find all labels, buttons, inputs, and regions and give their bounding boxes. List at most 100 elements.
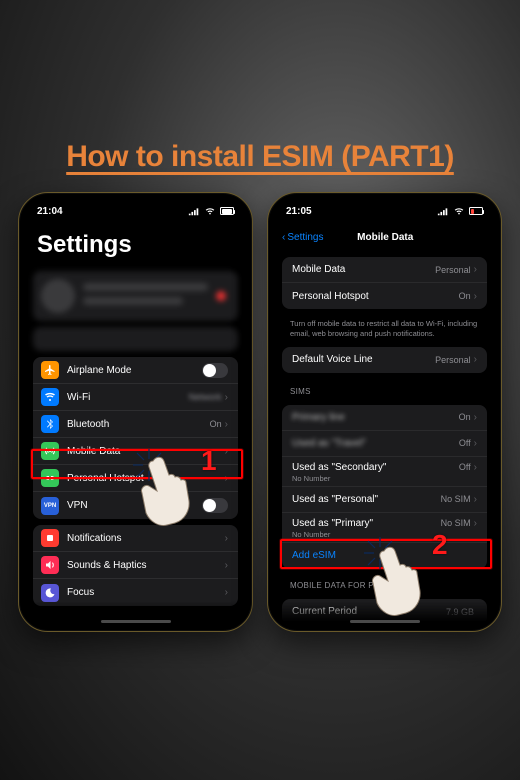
row-bluetooth[interactable]: Bluetooth On › — [33, 411, 238, 438]
antenna-icon — [41, 442, 59, 460]
sim1-value: Off — [459, 438, 471, 448]
chevron-icon: › — [474, 462, 477, 473]
focus-icon — [41, 584, 59, 602]
sims-header: SIMs — [272, 379, 497, 399]
voice-section: Default Voice Line Personal › — [282, 347, 487, 373]
row-sim-primary[interactable]: Used as "Primary" No SIM › No Number — [282, 513, 487, 543]
redacted-row[interactable] — [33, 327, 238, 351]
screen-1: 21:04 Settings Airplane Mode — [23, 197, 248, 627]
status-time: 21:04 — [37, 206, 63, 217]
chevron-icon: › — [225, 533, 228, 544]
airplane-icon — [41, 361, 59, 379]
bluetooth-value: On — [210, 419, 222, 429]
hotspot-label: Personal Hotspot — [292, 291, 459, 302]
row-sim-travel[interactable]: Used as "Travel" Off › — [282, 431, 487, 457]
chevron-icon: › — [474, 354, 477, 365]
row-sim-secondary[interactable]: Used as "Secondary" Off › No Number — [282, 457, 487, 487]
row-notifications[interactable]: Notifications › — [33, 525, 238, 552]
home-indicator — [101, 620, 171, 623]
sim1-label: Used as "Travel" — [292, 438, 459, 449]
sim2-value: Off — [459, 462, 471, 472]
footnote-text: Turn off mobile data to restrict all dat… — [272, 315, 497, 339]
row-mobile-data[interactable]: Mobile Data › — [33, 438, 238, 465]
row-add-esim[interactable]: Add eSIM — [282, 543, 487, 569]
sim4-sub: No Number — [292, 530, 330, 539]
chevron-icon: › — [225, 473, 228, 484]
row-personal-hotspot[interactable]: Personal Hotspot › — [33, 465, 238, 492]
row-hotspot[interactable]: Personal Hotspot On › — [282, 283, 487, 309]
sim2-label: Used as "Secondary" — [292, 462, 459, 473]
battery-icon — [220, 207, 234, 215]
nav-bar: ‹ Settings Mobile Data — [272, 225, 497, 249]
chevron-icon: › — [225, 587, 228, 598]
sim3-value: No SIM — [441, 494, 471, 504]
data-section: Mobile Data Personal › Personal Hotspot … — [282, 257, 487, 309]
notch — [340, 197, 430, 213]
chevron-icon: › — [474, 291, 477, 302]
settings-heading: Settings — [23, 225, 248, 267]
chevron-icon: › — [225, 560, 228, 571]
alerts-section: Notifications › Sounds & Haptics › Focus… — [33, 525, 238, 606]
mobile-data-label: Mobile Data — [67, 446, 225, 457]
row-default-voice[interactable]: Default Voice Line Personal › — [282, 347, 487, 373]
mobile-data-value: Personal — [435, 265, 471, 275]
sims-section: Primary line On › Used as "Travel" Off ›… — [282, 405, 487, 569]
screen-2: 21:05 ‹ Settings Mobile Data Mobile Data… — [272, 197, 497, 627]
focus-label: Focus — [67, 587, 225, 598]
sim4-label: Used as "Primary" — [292, 518, 441, 529]
airplane-toggle[interactable] — [202, 363, 228, 378]
signal-icon — [437, 206, 449, 216]
hotspot-label: Personal Hotspot — [67, 473, 225, 484]
bluetooth-icon — [41, 415, 59, 433]
row-wifi[interactable]: Wi-Fi Network › — [33, 384, 238, 411]
status-time: 21:05 — [286, 206, 312, 217]
chevron-icon: › — [225, 419, 228, 430]
wifi-label: Wi-Fi — [67, 392, 189, 403]
row-sim-personal[interactable]: Used as "Personal" No SIM › — [282, 487, 487, 513]
add-esim-label: Add eSIM — [292, 550, 477, 561]
sounds-icon — [41, 556, 59, 574]
current-period-label: Current Period — [292, 606, 446, 617]
bluetooth-label: Bluetooth — [67, 419, 210, 430]
home-indicator — [350, 620, 420, 623]
wifi-row-icon — [41, 388, 59, 406]
vpn-label: VPN — [67, 500, 202, 511]
wifi-icon — [453, 206, 465, 216]
vpn-icon: VPN — [41, 497, 59, 515]
row-airplane-mode[interactable]: Airplane Mode — [33, 357, 238, 384]
wifi-value: Network — [189, 392, 222, 402]
mobile-data-label: Mobile Data — [292, 264, 435, 275]
chevron-icon: › — [474, 264, 477, 275]
row-sim-redacted[interactable]: Primary line On › — [282, 405, 487, 431]
default-voice-label: Default Voice Line — [292, 354, 435, 365]
chevron-icon: › — [474, 494, 477, 505]
usage-header: Mobile Data for Person — [272, 575, 497, 593]
notifications-label: Notifications — [67, 533, 225, 544]
chevron-icon: › — [225, 392, 228, 403]
chevron-icon: › — [474, 438, 477, 449]
sim0-value: On — [459, 412, 471, 422]
chevron-icon: › — [474, 518, 477, 529]
phone-frame-2: 21:05 ‹ Settings Mobile Data Mobile Data… — [267, 192, 502, 632]
battery-icon — [469, 207, 483, 215]
chevron-icon: › — [225, 446, 228, 457]
current-period-value: 7.9 GB — [446, 607, 474, 617]
sim4-value: No SIM — [441, 518, 471, 528]
sim-label-redacted: Primary line — [292, 412, 459, 423]
phone-frame-1: 21:04 Settings Airplane Mode — [18, 192, 253, 632]
row-mobile-data[interactable]: Mobile Data Personal › — [282, 257, 487, 283]
row-sounds[interactable]: Sounds & Haptics › — [33, 552, 238, 579]
signal-icon — [188, 206, 200, 216]
profile-card-redacted[interactable] — [33, 271, 238, 321]
page-title: How to install ESIM (PART1) — [0, 140, 520, 174]
row-focus[interactable]: Focus › — [33, 579, 238, 606]
wifi-icon — [204, 206, 216, 216]
default-voice-value: Personal — [435, 355, 471, 365]
sim3-label: Used as "Personal" — [292, 494, 441, 505]
nav-title: Mobile Data — [283, 232, 487, 243]
vpn-toggle[interactable] — [202, 498, 228, 513]
sim2-sub: No Number — [292, 474, 330, 483]
sounds-label: Sounds & Haptics — [67, 560, 225, 571]
row-vpn[interactable]: VPN VPN — [33, 492, 238, 519]
phones-stage: 21:04 Settings Airplane Mode — [18, 192, 502, 632]
